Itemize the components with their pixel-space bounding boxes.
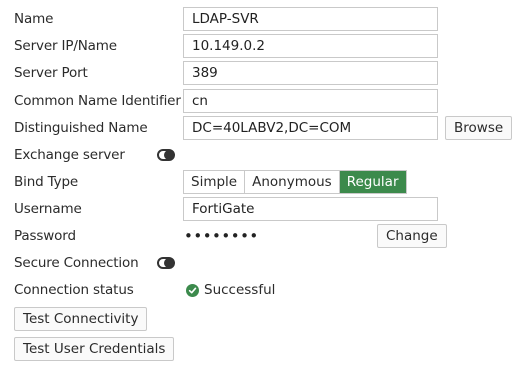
server-port-row: Server Port 389	[0, 60, 524, 86]
password-masked-value: ••••••••	[184, 227, 259, 245]
bind-type-anonymous[interactable]: Anonymous	[244, 171, 339, 193]
cn-identifier-label: Common Name Identifier	[14, 93, 181, 109]
username-label: Username	[14, 201, 82, 217]
secure-connection-toggle[interactable]	[157, 257, 175, 269]
bind-type-simple[interactable]: Simple	[184, 171, 245, 193]
cn-identifier-row: Common Name Identifier cn	[0, 88, 524, 114]
secure-connection-label: Secure Connection	[14, 255, 139, 271]
check-circle-icon	[186, 283, 199, 297]
test-connectivity-button[interactable]: Test Connectivity	[14, 307, 148, 331]
password-row: Password •••••••• Change	[0, 223, 524, 249]
toggle-knob	[164, 258, 174, 268]
connection-status-label: Connection status	[14, 282, 134, 298]
server-ip-row: Server IP/Name 10.149.0.2	[0, 33, 524, 59]
username-row: Username FortiGate	[0, 196, 524, 222]
toggle-knob	[164, 150, 174, 160]
exchange-server-row: Exchange server	[0, 142, 524, 168]
distinguished-name-input[interactable]: DC=40LABV2,DC=COM	[183, 116, 438, 140]
bind-type-row: Bind Type Simple Anonymous Regular	[0, 169, 524, 195]
distinguished-name-label: Distinguished Name	[14, 120, 148, 136]
server-ip-input[interactable]: 10.149.0.2	[183, 34, 438, 58]
server-port-input[interactable]: 389	[183, 61, 438, 85]
bind-type-selector: Simple Anonymous Regular	[183, 170, 407, 194]
connection-status-text: Successful	[204, 282, 276, 298]
name-row: Name LDAP-SVR	[0, 6, 524, 32]
server-port-label: Server Port	[14, 65, 88, 81]
name-label: Name	[14, 11, 54, 27]
name-input[interactable]: LDAP-SVR	[183, 7, 438, 31]
exchange-server-label: Exchange server	[14, 147, 125, 163]
username-input[interactable]: FortiGate	[183, 197, 438, 221]
distinguished-name-row: Distinguished Name DC=40LABV2,DC=COM Bro…	[0, 115, 524, 141]
connection-status-value: Successful	[186, 277, 275, 303]
secure-connection-row: Secure Connection	[0, 250, 524, 276]
exchange-server-toggle[interactable]	[157, 149, 175, 161]
test-user-credentials-button[interactable]: Test User Credentials	[14, 337, 175, 361]
bind-type-label: Bind Type	[14, 174, 79, 190]
connection-status-row: Connection status Successful	[0, 277, 524, 303]
password-label: Password	[14, 228, 76, 244]
cn-identifier-input[interactable]: cn	[183, 89, 438, 113]
browse-button[interactable]: Browse	[445, 116, 513, 140]
server-ip-label: Server IP/Name	[14, 38, 117, 54]
bind-type-regular[interactable]: Regular	[338, 171, 406, 193]
change-password-button[interactable]: Change	[377, 224, 447, 248]
